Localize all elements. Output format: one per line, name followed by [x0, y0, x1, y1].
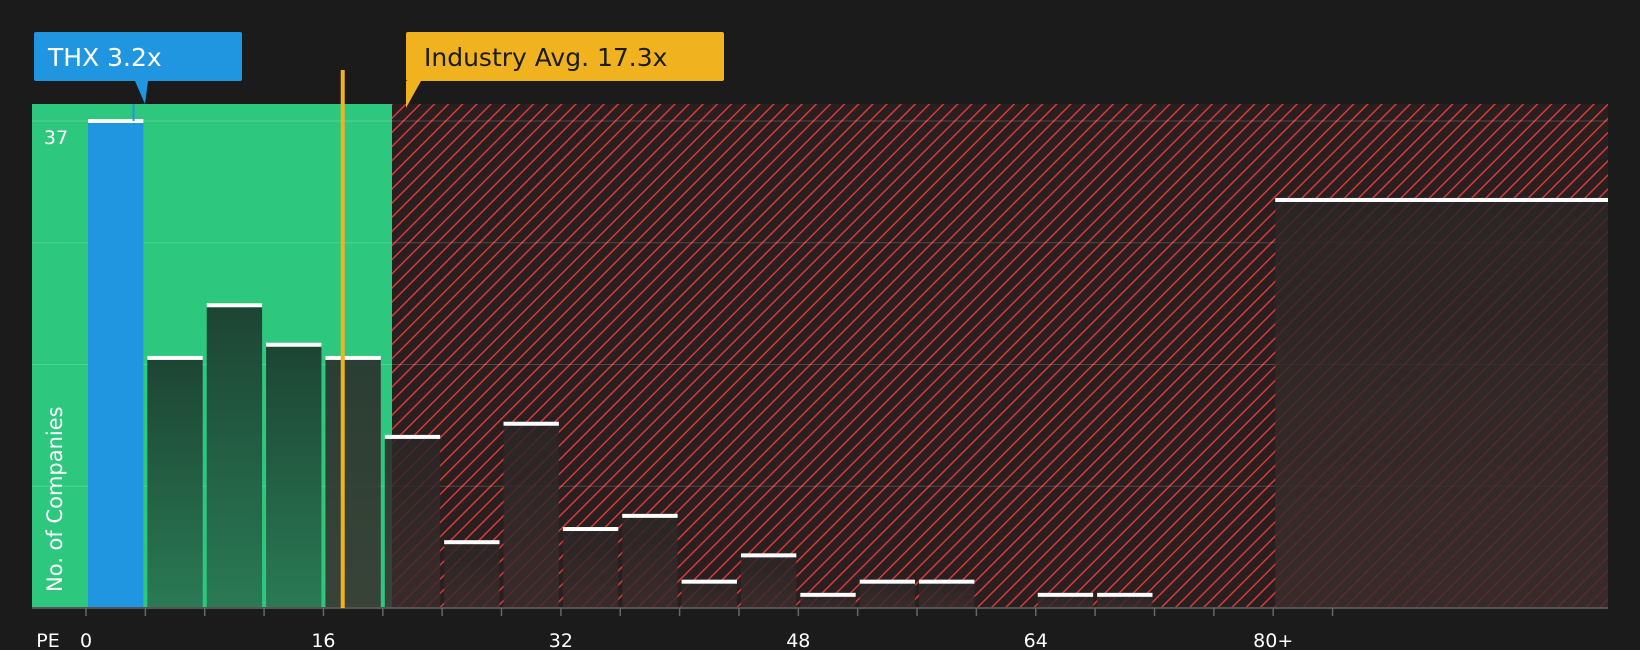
- x-tick-label: 48: [786, 630, 810, 650]
- bar-12: [266, 344, 322, 608]
- bar-cap-12: [266, 342, 322, 347]
- y-axis-label: No. of Companies: [43, 406, 67, 592]
- bar-cap-48: [800, 592, 856, 597]
- bar-cap-20: [384, 434, 441, 439]
- bar-cap-40: [681, 579, 737, 584]
- bar-80: [1275, 199, 1608, 609]
- bar-44: [740, 555, 797, 608]
- x-axis-ticks: 0 16 32 48 64 80+: [80, 608, 1334, 650]
- bar-cap-80: [1275, 197, 1608, 202]
- bar-cap-68: [1097, 592, 1153, 597]
- bar-cap-56: [919, 579, 975, 584]
- x-tick-label: 16: [311, 630, 335, 650]
- bar-8: [206, 305, 263, 608]
- bar-56: [919, 581, 975, 608]
- bar-cap-52: [859, 579, 916, 584]
- company-callout-label: THX 3.2x: [47, 43, 162, 72]
- bar-cap-36: [622, 513, 678, 518]
- y-axis-top-label: 37: [44, 127, 68, 149]
- bar-40: [681, 581, 737, 608]
- x-tick-label: 0: [80, 630, 92, 650]
- bar-cap-44: [740, 553, 797, 558]
- bar-24: [444, 542, 500, 608]
- bar-0: [88, 121, 144, 608]
- bar-cap-4: [147, 355, 203, 360]
- x-tick-label: 32: [549, 630, 573, 650]
- industry-callout: Industry Avg. 17.3x: [406, 32, 724, 108]
- x-axis-label: PE: [36, 630, 59, 650]
- bar-cap-16: [325, 355, 381, 360]
- x-tick-label: 64: [1024, 630, 1048, 650]
- bar-cap-28: [503, 421, 559, 426]
- bar-cap-32: [562, 527, 619, 532]
- bar-28: [503, 423, 559, 608]
- bar-32: [562, 529, 619, 608]
- bar-36: [622, 515, 678, 608]
- bar-cap-8: [206, 303, 263, 308]
- company-callout: THX 3.2x: [34, 32, 242, 104]
- bar-52: [859, 581, 916, 608]
- bar-16: [325, 357, 381, 608]
- pe-histogram-chart: 0 16 32 48 64 80+ 37 No. of Companies PE THX …: [32, 32, 1608, 650]
- bar-20: [384, 436, 441, 608]
- bar-cap-24: [444, 540, 500, 545]
- x-tick-label: 80+: [1253, 630, 1293, 650]
- bar-cap-0: [88, 119, 144, 123]
- bar-cap-64: [1037, 592, 1094, 597]
- industry-callout-label: Industry Avg. 17.3x: [424, 43, 667, 72]
- bar-4: [147, 357, 203, 608]
